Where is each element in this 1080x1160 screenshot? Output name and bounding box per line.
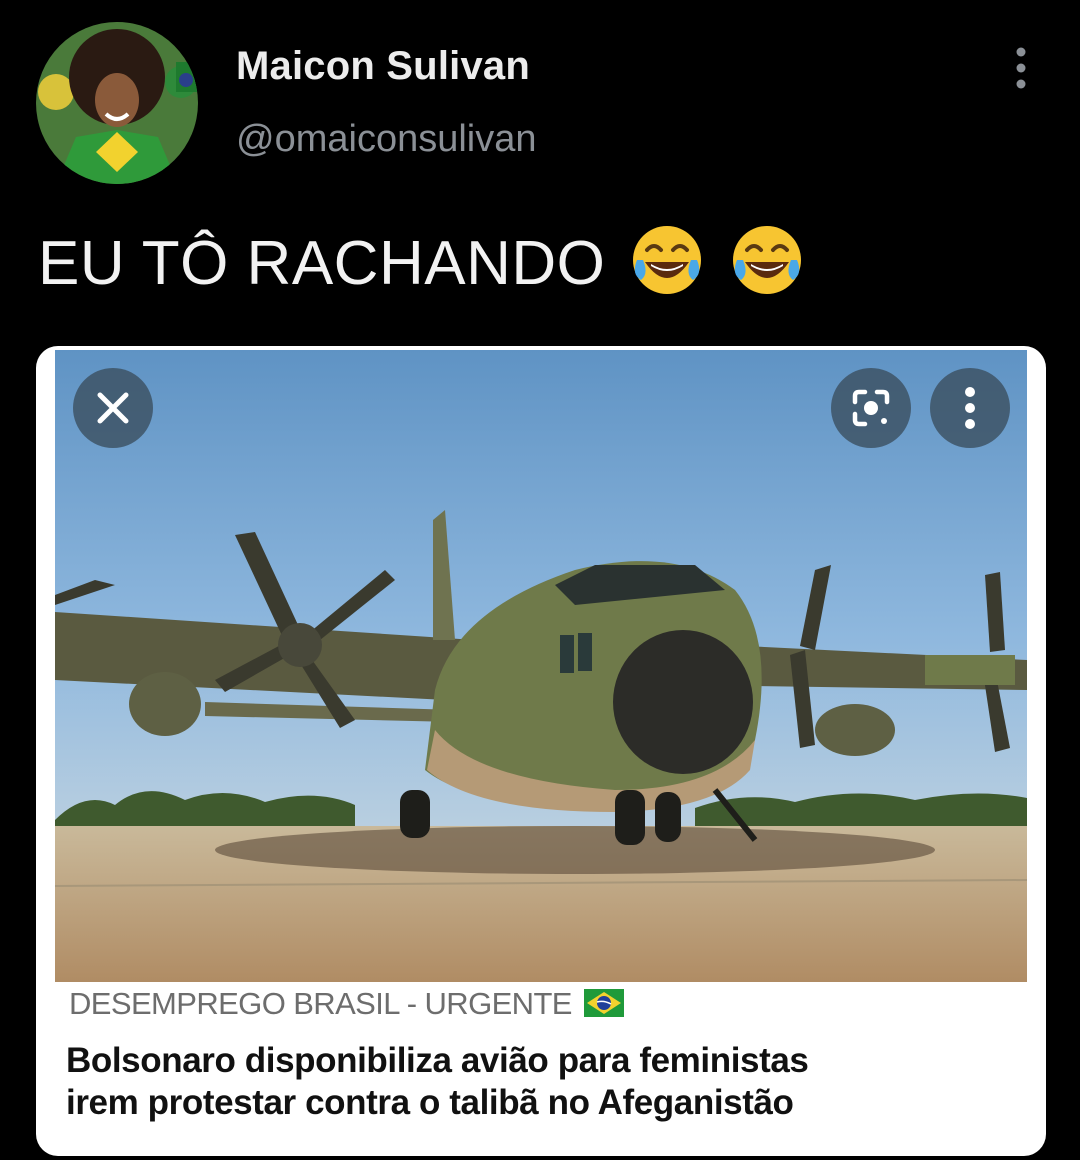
tweet-text: EU TÔ RACHANDO: [38, 222, 805, 299]
news-source-label: DESEMPREGO BRASIL - URGENTE: [69, 986, 624, 1022]
more-vertical-icon: [965, 387, 975, 429]
tweet-more-options-icon[interactable]: [1004, 44, 1038, 92]
headline-line-1: Bolsonaro disponibiliza avião para femin…: [66, 1041, 809, 1080]
author-handle[interactable]: @omaiconsulivan: [236, 118, 537, 161]
avatar[interactable]: [36, 22, 198, 184]
brazil-flag-icon: [583, 989, 624, 1017]
lens-scan-button[interactable]: [831, 368, 911, 448]
author-display-name[interactable]: Maicon Sulivan: [236, 44, 530, 89]
close-icon: [97, 392, 129, 424]
news-headline: Bolsonaro disponibiliza avião para femin…: [66, 1040, 1026, 1124]
tears-of-joy-emoji-icon: [729, 222, 805, 298]
close-button[interactable]: [73, 368, 153, 448]
lens-scan-icon: [852, 389, 890, 427]
image-more-options-button[interactable]: [930, 368, 1010, 448]
news-source-text: DESEMPREGO BRASIL - URGENTE: [69, 986, 572, 1021]
headline-line-2: irem protestar contra o talibã no Afegan…: [66, 1083, 794, 1122]
tweet-text-content: EU TÔ RACHANDO: [38, 229, 606, 298]
tears-of-joy-emoji-icon: [629, 222, 705, 298]
media-card[interactable]: DESEMPREGO BRASIL - URGENTE Bolsonaro di…: [36, 346, 1046, 1156]
